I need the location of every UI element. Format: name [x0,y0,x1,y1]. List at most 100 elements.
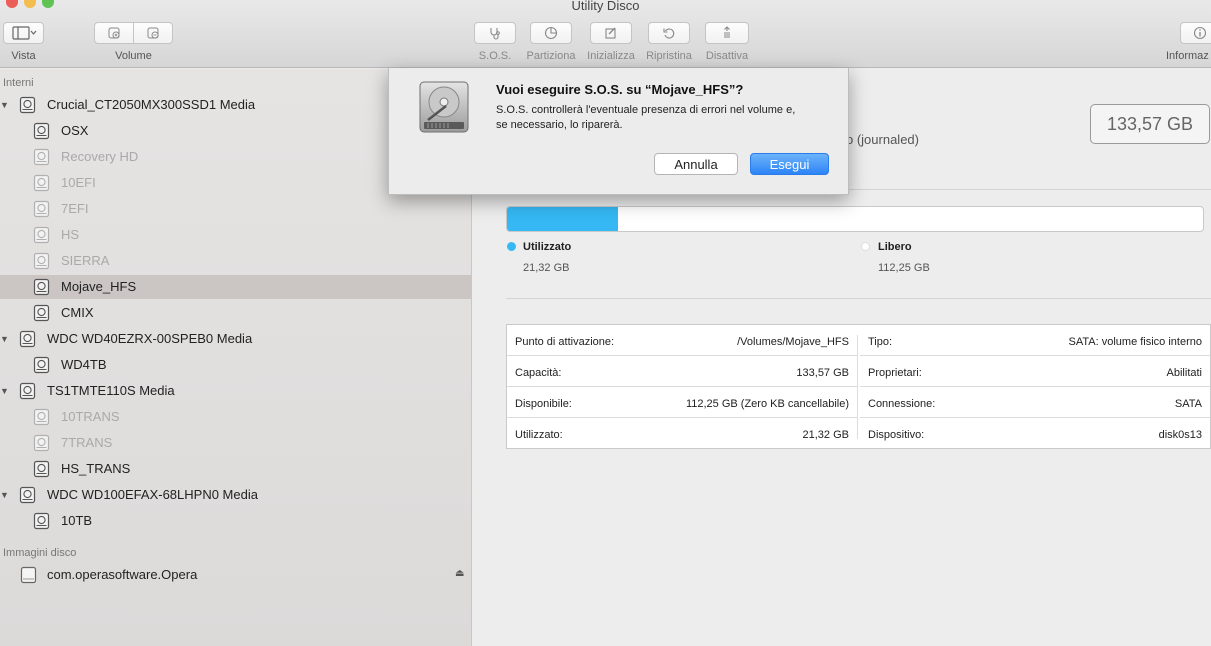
disclosure-triangle-icon[interactable]: ▼ [0,386,10,396]
disclosure-triangle-icon[interactable]: ▼ [0,334,10,344]
info-value: 133,57 GB [796,367,849,379]
sidebar-item-volume[interactable]: WD4TB [0,353,471,377]
info-key: Capacità: [515,367,562,379]
info-key: Utilizzato: [515,429,563,441]
cancel-button[interactable]: Annulla [654,153,738,175]
info-value: Abilitati [1166,367,1202,379]
sidebar-item-label: 10TRANS [61,409,120,424]
volume-icon [33,512,50,530]
info-row: Punto di attivazione: /Volumes/Mojave_HFS [507,325,857,356]
unmount-button[interactable] [705,22,749,44]
volume-format-text: o (journaled) [846,132,919,147]
sidebar-item-disk[interactable]: ▼ WDC WD40EZRX-00SPEB0 Media [0,327,471,351]
remove-volume-button[interactable] [133,22,173,44]
sidebar-item-label: 10TB [61,513,93,528]
volume-icon [33,304,50,322]
free-legend-dot [861,242,870,251]
toolbar: Utility Disco Vista Volume S.O.S. Partiz… [0,0,1211,68]
volume-icon [33,252,50,270]
sidebar-item-label: 7TRANS [61,435,113,450]
info-key: Tipo: [868,336,893,348]
volume-icon [33,200,50,218]
dialog-message: se necessario, lo riparerà. [496,119,623,131]
sidebar-item-label: SIERRA [61,253,110,268]
view-label: Vista [11,50,36,62]
first-aid-dialog: Vuoi eseguire S.O.S. su “Mojave_HFS”? S.… [388,68,849,195]
sidebar-item-disk[interactable]: ▼ WDC WD100EFAX-68LHPN0 Media [0,483,471,507]
sidebar-item-label: WD4TB [61,357,107,372]
sidebar-item-volume[interactable]: HS_TRANS [0,457,471,481]
sidebar-item-label: 10EFI [61,175,96,190]
sidebar-item-volume[interactable]: CMIX [0,301,471,325]
volume-icon [33,174,50,192]
info-row: Utilizzato: 21,32 GB [507,418,857,449]
sidebar-item-label: OSX [61,123,89,138]
sidebar-item-label: Crucial_CT2050MX300SSD1 Media [47,97,256,112]
sidebar-item-disk[interactable]: ▼ TS1TMTE110S Media [0,379,471,403]
free-legend-value: 112,25 GB [878,262,930,274]
hard-drive-icon [419,81,469,133]
add-volume-icon [108,27,120,39]
info-row: Dispositivo: disk0s13 [860,418,1210,449]
sidebar-icon [11,26,36,40]
eject-icon[interactable]: ⏏ [455,568,464,579]
info-row: Tipo: SATA: volume fisico interno [860,325,1210,356]
first-aid-button[interactable] [474,22,516,44]
volume-info-table: Punto di attivazione: /Volumes/Mojave_HFS… [506,324,1211,449]
volume-label: Volume [115,50,152,62]
sidebar-item-label: 7EFI [61,201,89,216]
info-key: Connessione: [868,398,936,410]
used-legend-label: Utilizzato [523,241,572,253]
sidebar-item-label: HS [61,227,80,242]
volume-icon [33,278,50,296]
info-value: SATA: volume fisico interno [1068,336,1202,348]
info-row: Connessione: SATA [860,387,1210,418]
divider [506,298,1211,299]
free-legend-label: Libero [878,241,912,253]
restore-button[interactable] [648,22,690,44]
usage-bar [506,206,1204,232]
add-volume-button[interactable] [94,22,134,44]
stethoscope-icon [490,28,500,40]
partition-label: Partiziona [526,50,576,62]
info-value: /Volumes/Mojave_HFS [737,336,849,348]
sidebar-item-volume[interactable]: Mojave_HFS [0,275,471,299]
info-button[interactable] [1180,22,1211,44]
volume-icon [33,226,50,244]
info-icon [1193,26,1207,40]
sidebar-item-label: CMIX [61,305,94,320]
sidebar-item-label: WDC WD100EFAX-68LHPN0 Media [47,487,258,502]
disclosure-triangle-icon[interactable]: ▼ [0,100,10,110]
partition-button[interactable] [530,22,572,44]
sidebar-item-volume[interactable]: 10TRANS [0,405,471,429]
sidebar-item-volume[interactable]: HS [0,223,471,247]
sidebar-item-volume[interactable]: SIERRA [0,249,471,273]
erase-button[interactable] [590,22,632,44]
section-header-internal: Interni [3,77,34,89]
disclosure-triangle-icon[interactable]: ▼ [0,490,10,500]
sidebar-item-volume[interactable]: 10TB [0,509,471,533]
hard-disk-icon [19,330,36,348]
dialog-title: Vuoi eseguire S.O.S. su “Mojave_HFS”? [496,82,744,97]
sidebar-item-disk-image[interactable]: com.operasoftware.Opera ⏏ [0,563,471,587]
info-row: Disponibile: 112,25 GB (Zero KB cancellab… [507,387,857,418]
info-value: disk0s13 [1158,429,1202,441]
unmount-label: Disattiva [705,50,749,62]
sidebar-item-volume[interactable]: 7TRANS [0,431,471,455]
info-row: Proprietari: Abilitati [860,356,1210,387]
info-label: Informaz [1166,50,1209,62]
info-key: Disponibile: [515,398,572,410]
restore-label: Ripristina [646,50,692,62]
sidebar-item-label: Recovery HD [61,149,139,164]
run-button[interactable]: Esegui [750,153,829,175]
sidebar-item-label: WDC WD40EZRX-00SPEB0 Media [47,331,253,346]
info-key: Punto di attivazione: [515,336,615,348]
volume-icon [33,148,50,166]
sidebar-item-label: TS1TMTE110S Media [47,383,175,398]
sidebar-item-volume[interactable]: 7EFI [0,197,471,221]
sidebar-item-label: Mojave_HFS [61,279,137,294]
section-header-disk-images: Immagini disco [3,547,77,559]
window-title: Utility Disco [571,0,640,13]
view-toggle-button[interactable] [3,22,44,44]
column-divider [857,335,858,439]
